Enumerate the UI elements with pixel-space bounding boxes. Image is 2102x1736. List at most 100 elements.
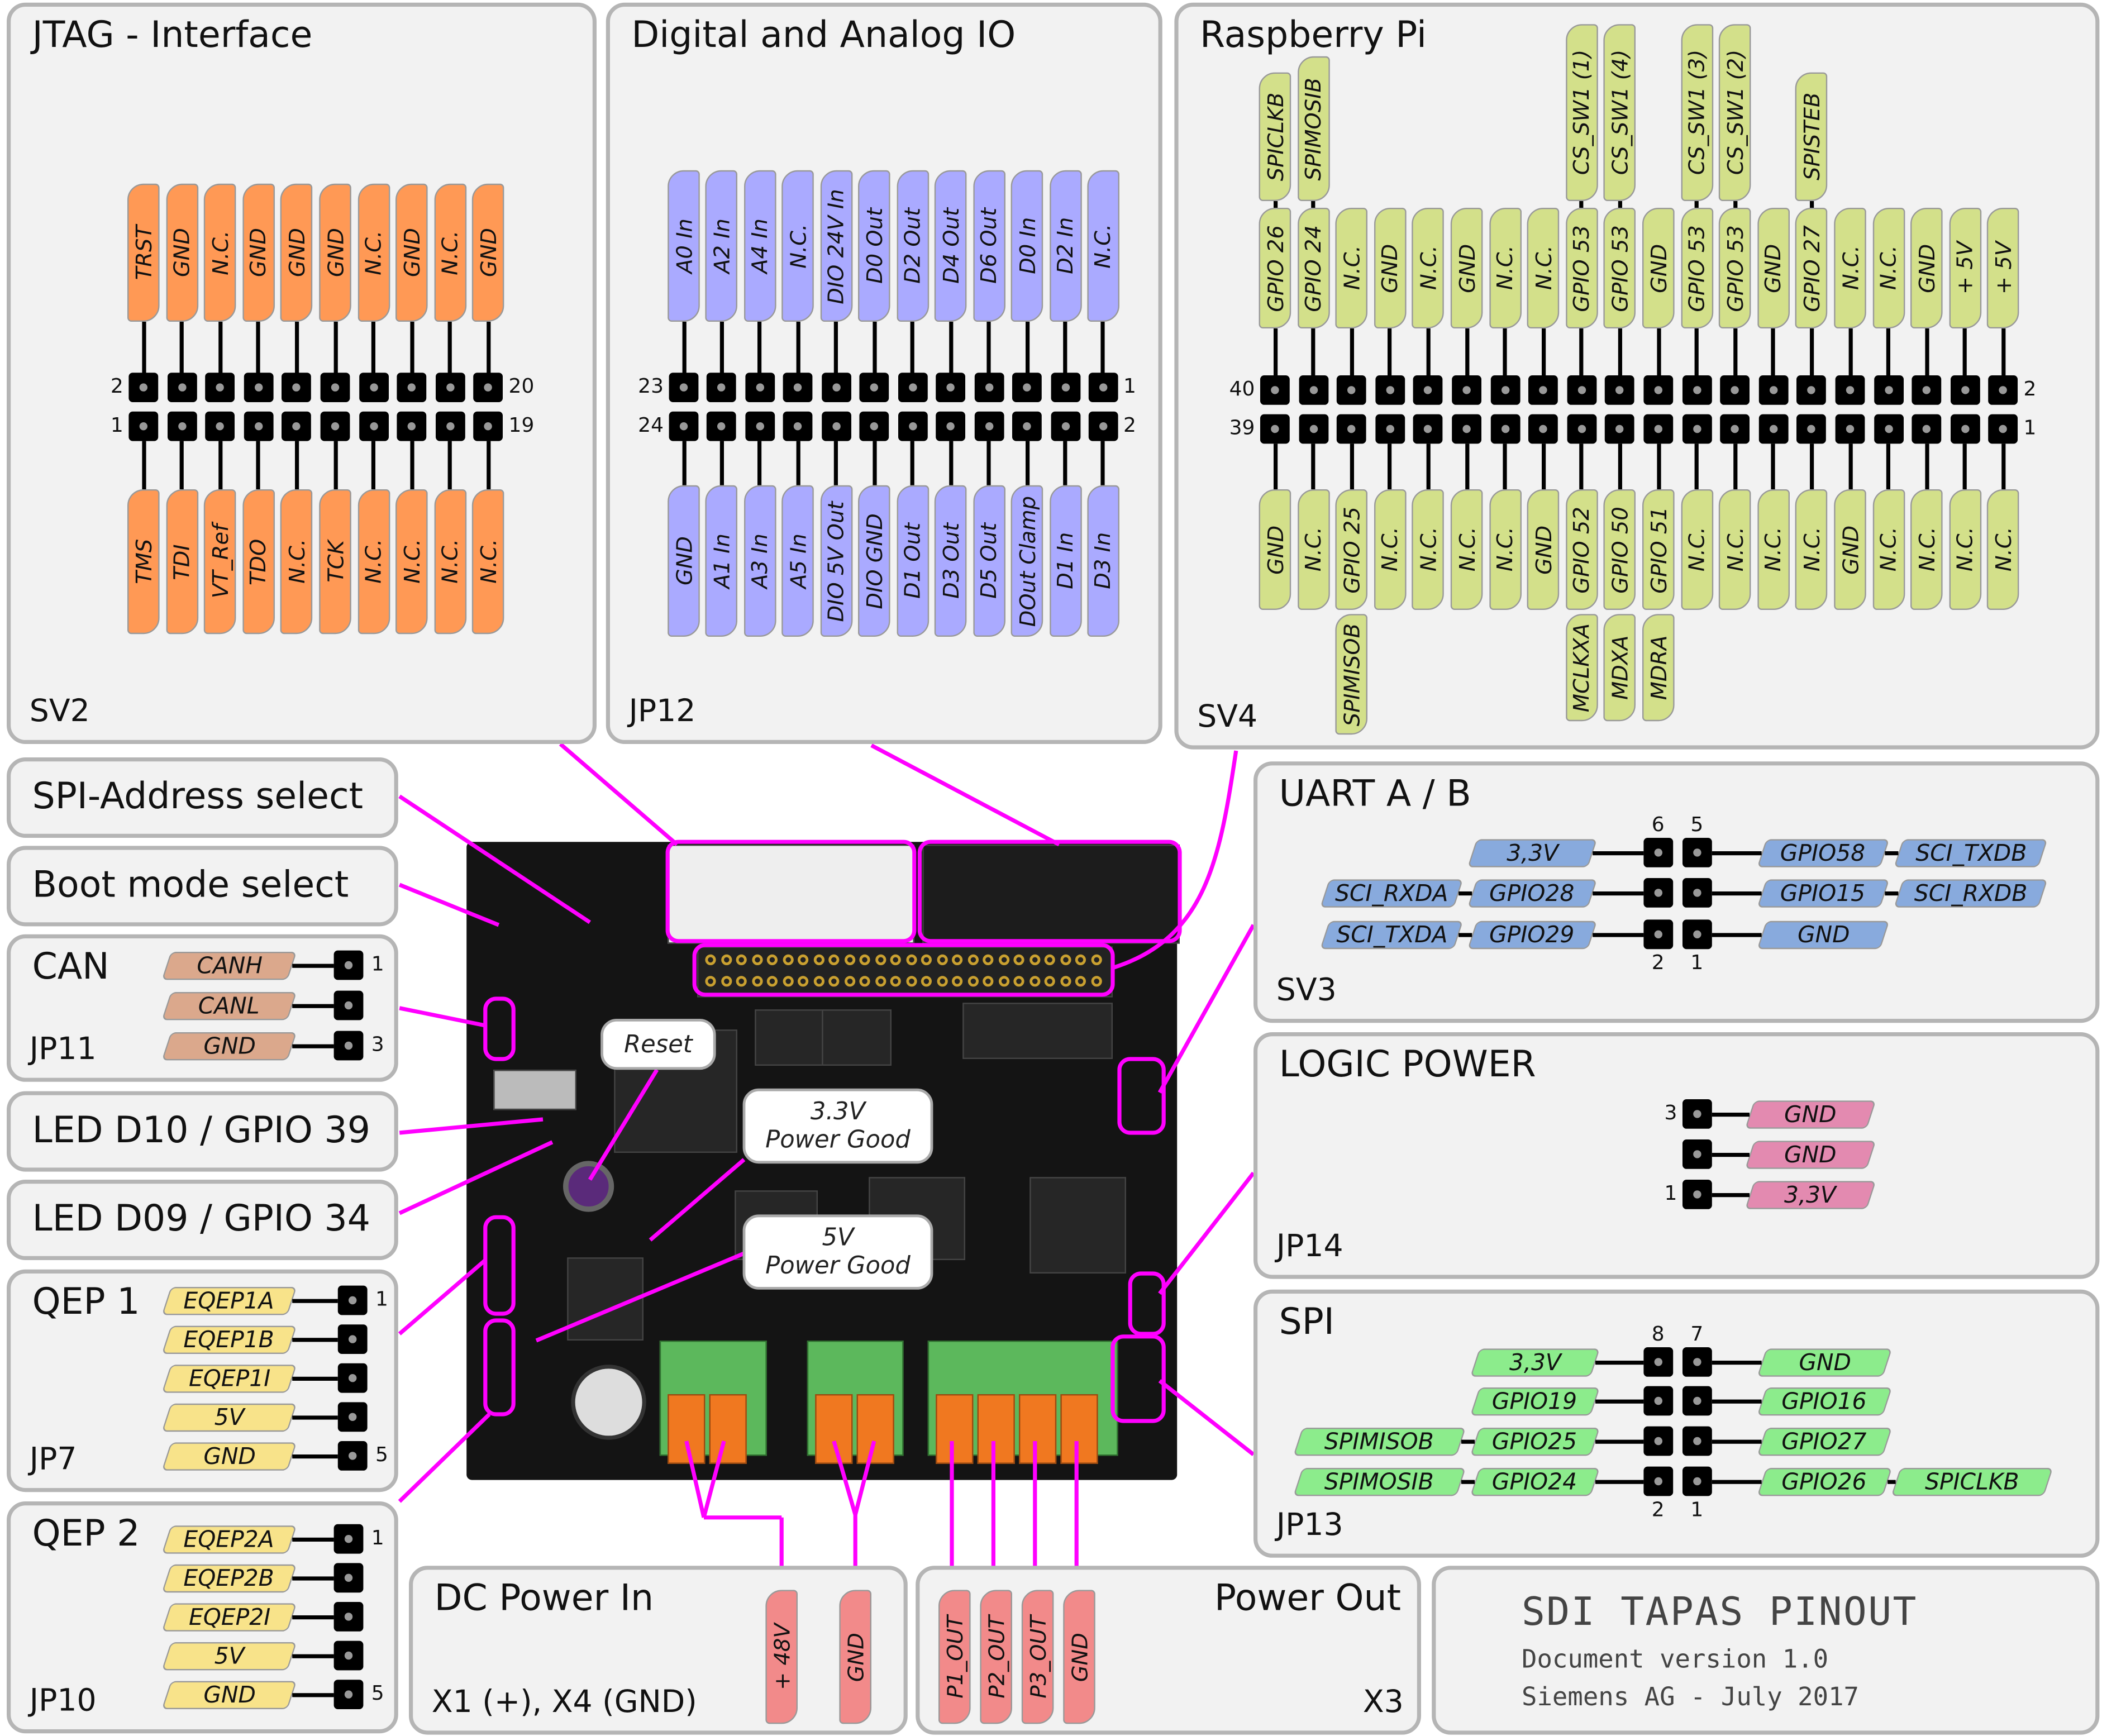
pin-label: EQEP1A (161, 1286, 297, 1315)
callout-line (535, 1251, 745, 1343)
pin-label: N.C. (1335, 208, 1368, 328)
pin-label: GND (161, 1680, 297, 1709)
header-pin (435, 373, 465, 402)
pin-lead (292, 1415, 338, 1419)
pin-lead (1311, 443, 1315, 490)
pin-label: A0 In (668, 170, 700, 322)
header-pin (205, 411, 235, 441)
pin-label: GND (1527, 489, 1560, 610)
panel-reference: JP12 (628, 694, 696, 729)
pin-label-text: A5 In (785, 533, 811, 589)
pin-lead (1350, 443, 1354, 490)
pin-lead (1887, 1479, 1896, 1484)
header-pin (244, 411, 274, 441)
pin-label: N.C. (434, 489, 466, 635)
connector-highlight (483, 1215, 516, 1316)
pin-lead (1458, 932, 1472, 937)
pin-label-text: GPIO 24 (1300, 225, 1326, 312)
header-pin (397, 373, 427, 402)
pin-label-text: GPIO 27 (1799, 225, 1825, 312)
pin-lead (1465, 443, 1469, 490)
header-pin (1989, 375, 2018, 405)
pin-label-text: 3,3V (1506, 839, 1558, 866)
power-label: P2_OUT (980, 1590, 1013, 1724)
panel-title: SPI-Address select (32, 776, 364, 818)
power-label-text: P2_OUT (983, 1615, 1009, 1699)
pin-label: D2 In (1049, 170, 1081, 322)
pin-label: GPIO 50 (1604, 489, 1636, 610)
pin-number: 8 (1651, 1322, 1665, 1346)
pin-label: N.C. (204, 183, 236, 322)
header-pin (333, 990, 364, 1020)
pin-alt-label: SPISTEB (1795, 72, 1828, 201)
pin-label-text: GND (1453, 243, 1480, 293)
document-author: Siemens AG - July 2017 (1522, 1682, 1860, 1712)
pin-lead (1458, 890, 1472, 895)
pin-lead (948, 441, 953, 485)
pin-number: 2 (1651, 950, 1665, 975)
header-pin (359, 411, 389, 441)
pin-label-text: N.C. (1492, 527, 1518, 572)
header-pin (1375, 375, 1405, 405)
pin-label-text: GPIO58 (1780, 839, 1866, 866)
header-pin (474, 411, 503, 441)
header-pin (1298, 414, 1328, 444)
header-pin (1874, 375, 1904, 405)
pin-label: D3 In (1087, 485, 1119, 637)
pin-label-text: SPIMOSIB (1324, 1468, 1434, 1495)
pin-label-text: GPIO 25 (1338, 506, 1365, 593)
pin-label: 5V (161, 1641, 297, 1670)
reset-label: Reset (624, 1030, 693, 1058)
pin-label: D0 In (1011, 170, 1043, 322)
callout-line (398, 1258, 487, 1336)
pin-lead (448, 441, 452, 490)
pin-lead (1712, 1112, 1750, 1117)
callout-line (684, 1441, 706, 1518)
pin-label: GND (161, 1442, 297, 1470)
pin-label-text: GND (1377, 243, 1403, 293)
callout-line: 5V (822, 1224, 854, 1252)
pin-label: DIO GND (858, 485, 891, 637)
pin-label-text: D5 Out (976, 523, 1002, 599)
panel-title: Raspberry Pi (1200, 15, 1427, 56)
pin-label: GPIO 24 (1297, 208, 1329, 328)
power-label: GND (839, 1590, 872, 1724)
header-pin (669, 411, 699, 441)
pin-label-text: A1 In (709, 533, 735, 589)
panel-reference: X1 (+), X4 (GND) (431, 1685, 697, 1720)
led-d09-panel: LED D09 / GPIO 34 (7, 1180, 398, 1260)
header-pin (1643, 414, 1674, 444)
pin-label: GND (1757, 1348, 1893, 1376)
pin-label: N.C. (1872, 208, 1905, 328)
pin-label: GND (1910, 208, 1943, 328)
pin-label: GND (280, 183, 313, 322)
pin-label: GND (319, 183, 351, 322)
pin-label-text: GPIO27 (1782, 1428, 1867, 1454)
power-label: P3_OUT (1021, 1590, 1054, 1724)
header-pin (1528, 375, 1558, 405)
header-pin (1796, 414, 1827, 444)
pin-lead (1733, 201, 1737, 208)
pin-number: 1 (1664, 1181, 1677, 1205)
pin-lead (292, 1376, 338, 1380)
header-pin (320, 411, 350, 441)
pin-label-text: GND (203, 1681, 256, 1708)
header-pin (1375, 414, 1405, 444)
pin-lead (1101, 441, 1105, 485)
panel-title: UART A / B (1279, 773, 1471, 815)
header-pin (1050, 373, 1080, 402)
pin-label-text: D2 Out (899, 208, 926, 284)
pin-label: D1 In (1049, 485, 1081, 637)
pin-label: TMS (127, 489, 160, 635)
header-pin (333, 1640, 364, 1671)
pin-label: N.C. (1987, 489, 2020, 610)
header-pin (936, 411, 966, 441)
pin-lead (1388, 443, 1392, 490)
callout-line: Power Good (765, 1126, 911, 1155)
pin-number: 1 (1123, 374, 1136, 398)
header-pin (1452, 375, 1481, 405)
pin-label-text: MCLKXA (1569, 623, 1595, 712)
header-pin (1682, 1426, 1712, 1456)
pin-number: 1 (110, 413, 123, 437)
pin-alt-label: CS_SW1 (3) (1680, 24, 1713, 201)
